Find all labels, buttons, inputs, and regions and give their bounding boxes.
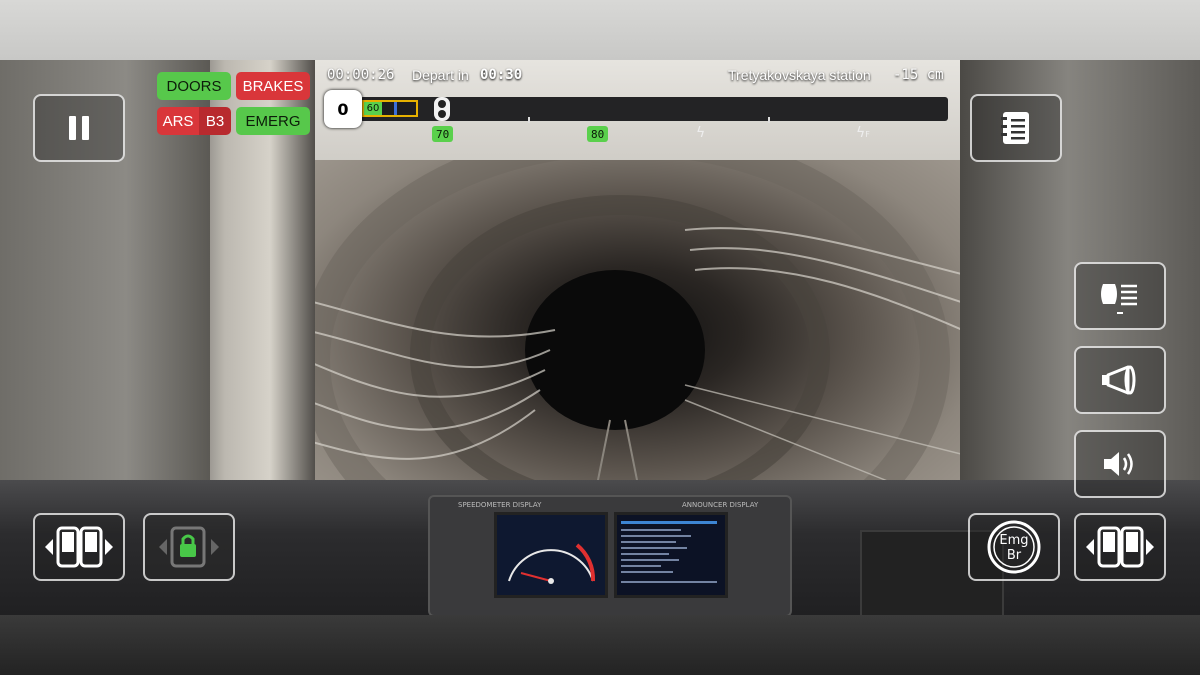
current-limit-frame: 60 <box>362 100 418 117</box>
track-tick <box>768 117 770 123</box>
door-lock-button[interactable] <box>143 513 235 581</box>
sound-button[interactable] <box>1074 430 1166 498</box>
emergency-status-tag[interactable]: EMERG <box>236 107 310 135</box>
power-section-icon: ϟ <box>696 125 706 141</box>
speedometer-gauge <box>508 543 596 584</box>
next-station-name: Tretyakovskaya station <box>728 67 871 83</box>
ars-mode-tag[interactable]: B3 <box>199 107 231 135</box>
doors-status-tag[interactable]: DOORS <box>157 72 231 100</box>
depart-label: Depart in <box>412 67 469 83</box>
horn-icon <box>1102 365 1136 395</box>
limit-marker-80: 80 <box>587 126 609 142</box>
current-speed: 0 <box>324 90 362 128</box>
svg-text:Emg: Emg <box>999 533 1028 548</box>
current-limit-value: 60 <box>364 102 382 115</box>
doors-left-button[interactable] <box>33 513 125 581</box>
announcer-text-lines <box>621 521 717 583</box>
headlights-button[interactable] <box>1074 262 1166 330</box>
signal-icon <box>434 97 450 121</box>
brakes-status-tag[interactable]: BRAKES <box>236 72 310 100</box>
timetable-button[interactable] <box>970 94 1062 162</box>
depart-countdown: 00:30 <box>480 67 523 83</box>
ars-status-tag[interactable]: ARS <box>157 107 199 135</box>
pause-button[interactable] <box>33 94 125 162</box>
headlight-icon <box>1101 284 1137 314</box>
power-off-icon: ϟF <box>856 125 870 141</box>
emergency-brake-button[interactable]: Emg Br <box>968 513 1060 581</box>
lock-icon <box>159 526 219 568</box>
pause-icon <box>69 116 89 140</box>
announcer-screen <box>614 512 728 598</box>
speedometer-display-title: SPEEDOMETER DISPLAY <box>458 501 542 509</box>
stop-distance: -15 cm <box>893 67 944 83</box>
doors-right-icon <box>1086 526 1154 568</box>
top-letterbox <box>0 0 1200 60</box>
horn-button[interactable] <box>1074 346 1166 414</box>
emergency-brake-icon: Emg Br <box>987 520 1041 574</box>
track-tick <box>528 117 530 123</box>
elapsed-time: 00:00:26 <box>327 67 395 83</box>
limit-marker-70: 70 <box>432 126 454 142</box>
announcer-display-title: ANNOUNCER DISPLAY <box>682 501 759 509</box>
speaker-icon <box>1104 452 1133 476</box>
train-position-marker <box>394 102 397 115</box>
svg-text:Br: Br <box>1007 548 1022 563</box>
speedometer-screen <box>494 512 608 598</box>
doors-left-icon <box>45 526 113 568</box>
notebook-icon <box>1001 112 1029 144</box>
center-console: SPEEDOMETER DISPLAY ANNOUNCER DISPLAY <box>428 495 792 615</box>
doors-right-button[interactable] <box>1074 513 1166 581</box>
speed-track: 60 <box>360 97 948 121</box>
bottom-letterbox <box>0 615 1200 675</box>
